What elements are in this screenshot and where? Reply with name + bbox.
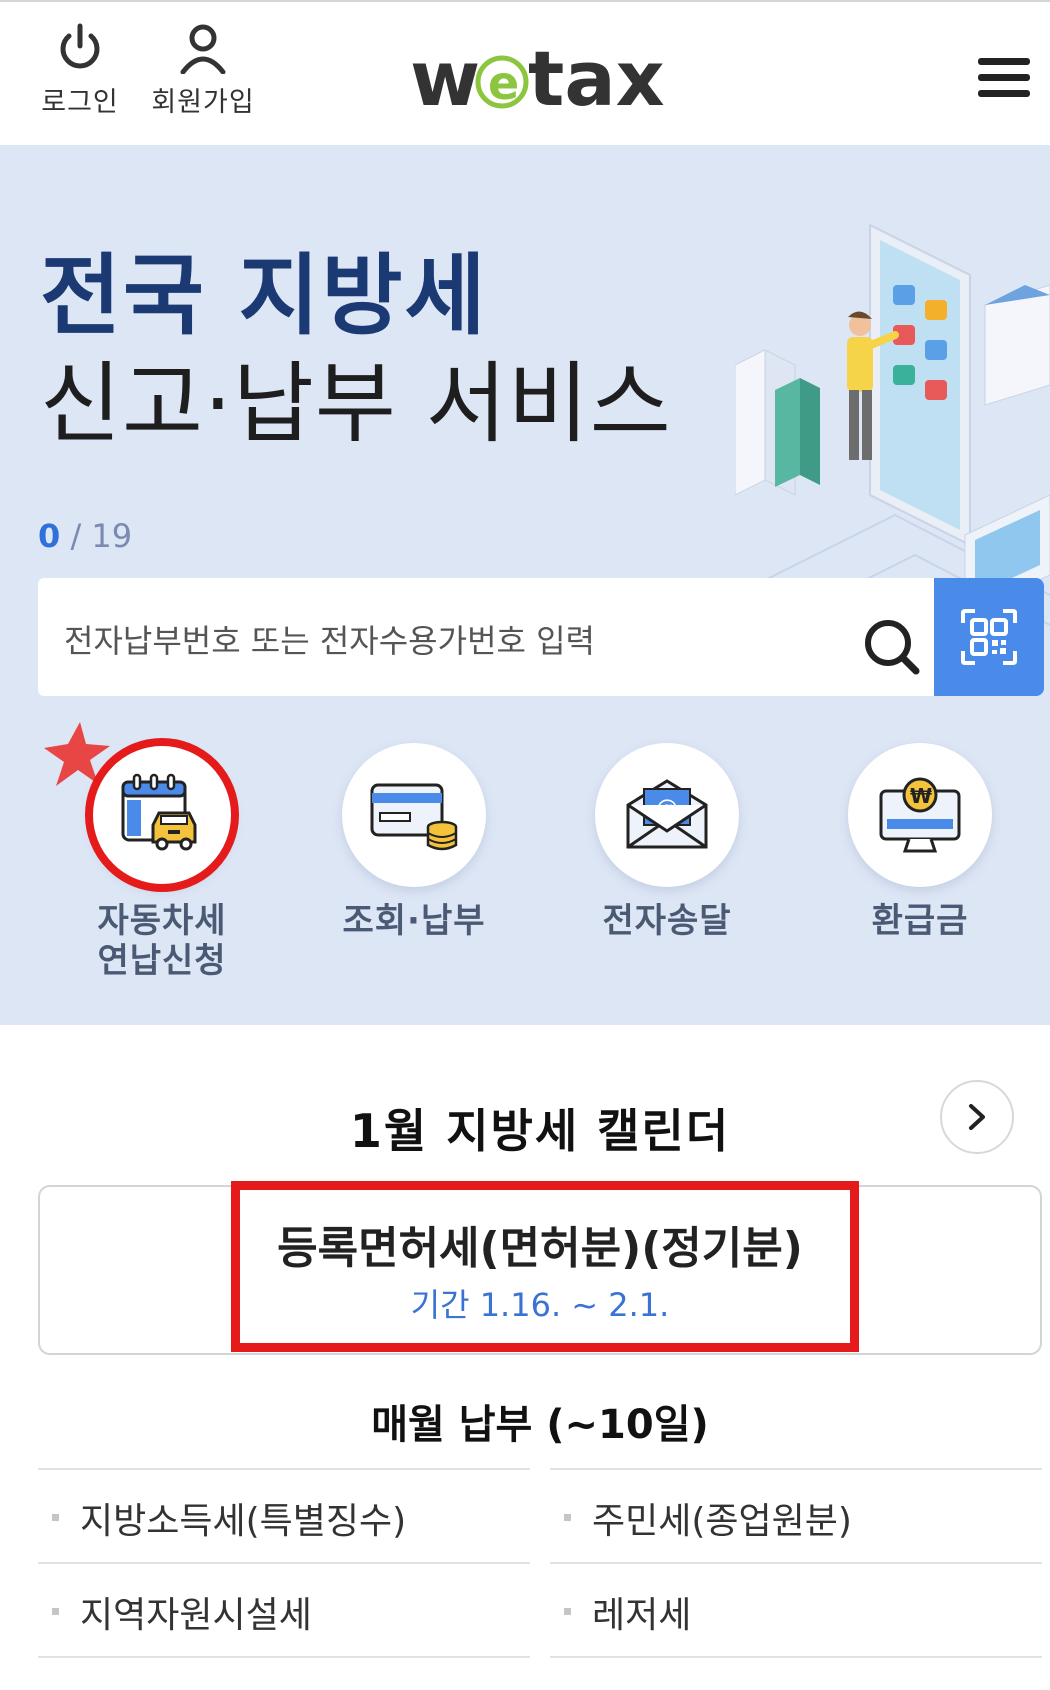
payment-number-search-input[interactable]: 전자납부번호 또는 전자수용가번호 입력 (38, 578, 934, 696)
calendar-item-name: 등록면허세(면허분)(정기분) (277, 1223, 803, 1274)
join-button[interactable]: 회원가입 (144, 22, 262, 119)
quick-menu-icon-circle: @ (595, 743, 739, 887)
card-coins-icon (370, 783, 458, 851)
banner-counter-current: 0 (38, 517, 61, 555)
list-item[interactable]: 주민세(종업원분) (550, 1468, 1042, 1562)
list-divider (550, 1656, 1042, 1658)
qr-code-icon (961, 609, 1017, 665)
bullet-icon (52, 1608, 59, 1615)
top-header: 로그인 회원가입 w e tax (0, 0, 1050, 145)
quick-menu-icon-circle: ₩ (848, 743, 992, 887)
quick-menu-refund[interactable]: ₩ 환급금 (800, 743, 1040, 941)
phone-illustration (869, 223, 971, 547)
buildings-illustration (735, 349, 820, 496)
logo-w: w (410, 37, 480, 117)
quick-menu-label-line1: 조회·납부 (342, 901, 486, 941)
hero-banner: 전국 지방세 신고·납부 서비스 0 / 19 전자납부번호 또는 전자수용가번… (0, 145, 1050, 1025)
hamburger-menu-icon[interactable] (976, 56, 1032, 100)
monthly-payment-title: 매월 납부 (~10일) (371, 1402, 709, 1448)
red-star-mark (44, 722, 110, 786)
tax-name: 지방소득세(특별징수) (80, 1501, 407, 1542)
list-divider (38, 1656, 530, 1658)
quick-menu-label-line1: 환급금 (871, 901, 969, 941)
list-item[interactable]: 지방소득세(특별징수) (38, 1468, 530, 1562)
hero-title-line2: 신고·납부 서비스 (40, 352, 672, 455)
search-icon[interactable] (862, 617, 922, 677)
svg-text:₩: ₩ (910, 784, 932, 808)
tax-name: 지역자원시설세 (80, 1595, 312, 1636)
wetax-logo[interactable]: w e tax (410, 37, 670, 117)
refund-monitor-icon: ₩ (879, 777, 961, 853)
quick-menu-label: 자동차세 연납신청 (97, 901, 226, 981)
tax-name: 주민세(종업원분) (592, 1501, 852, 1542)
tax-name: 레저세 (592, 1595, 692, 1636)
logo-tax: tax (528, 37, 665, 117)
qr-scan-button[interactable] (934, 578, 1044, 696)
quick-menu-label-line1: 전자송달 (602, 901, 732, 941)
quick-menu-e-delivery[interactable]: @ 전자송달 (547, 743, 787, 941)
list-item[interactable]: 레저세 (550, 1562, 1042, 1656)
quick-menu-label-line1: 자동차세 (97, 901, 227, 941)
list-item[interactable]: 지역자원시설세 (38, 1562, 530, 1656)
bullet-icon (564, 1608, 571, 1615)
email-envelope-icon: @ (626, 779, 708, 849)
calendar-item-period: 기간 1.16. ~ 2.1. (410, 1286, 670, 1324)
bullet-icon (52, 1514, 59, 1521)
quick-menu-label-line2: 연납신청 (97, 941, 227, 981)
banner-counter-total: 19 (91, 517, 133, 555)
banner-counter-separator: / (60, 517, 92, 555)
bank-illustration (984, 284, 1050, 406)
calendar-title: 1월 지방세 캘린더 (349, 1104, 731, 1158)
quick-menu-label: 전자송달 (602, 901, 731, 941)
calendar-car-icon (121, 773, 197, 851)
bullet-icon (564, 1514, 571, 1521)
chevron-right-icon (969, 1104, 985, 1130)
quick-menu-label: 환급금 (872, 901, 969, 941)
power-icon (60, 23, 100, 69)
join-label: 회원가입 (151, 87, 255, 118)
search-placeholder: 전자납부번호 또는 전자수용가번호 입력 (64, 622, 595, 660)
person-icon (180, 24, 226, 74)
login-button[interactable]: 로그인 (34, 22, 126, 119)
logo-e: e (488, 56, 519, 110)
wetax-home: 로그인 회원가입 w e tax 전국 지방세 신고·납부 서비스 0 / 19… (0, 0, 1050, 1690)
quick-menu-label: 조회·납부 (342, 901, 485, 941)
quick-menu-icon-circle (342, 743, 486, 887)
login-label: 로그인 (41, 87, 119, 118)
quick-menu-inquiry-payment[interactable]: 조회·납부 (294, 743, 534, 941)
calendar-next-button[interactable] (940, 1080, 1014, 1154)
banner-counter: 0 / 19 (38, 517, 132, 555)
